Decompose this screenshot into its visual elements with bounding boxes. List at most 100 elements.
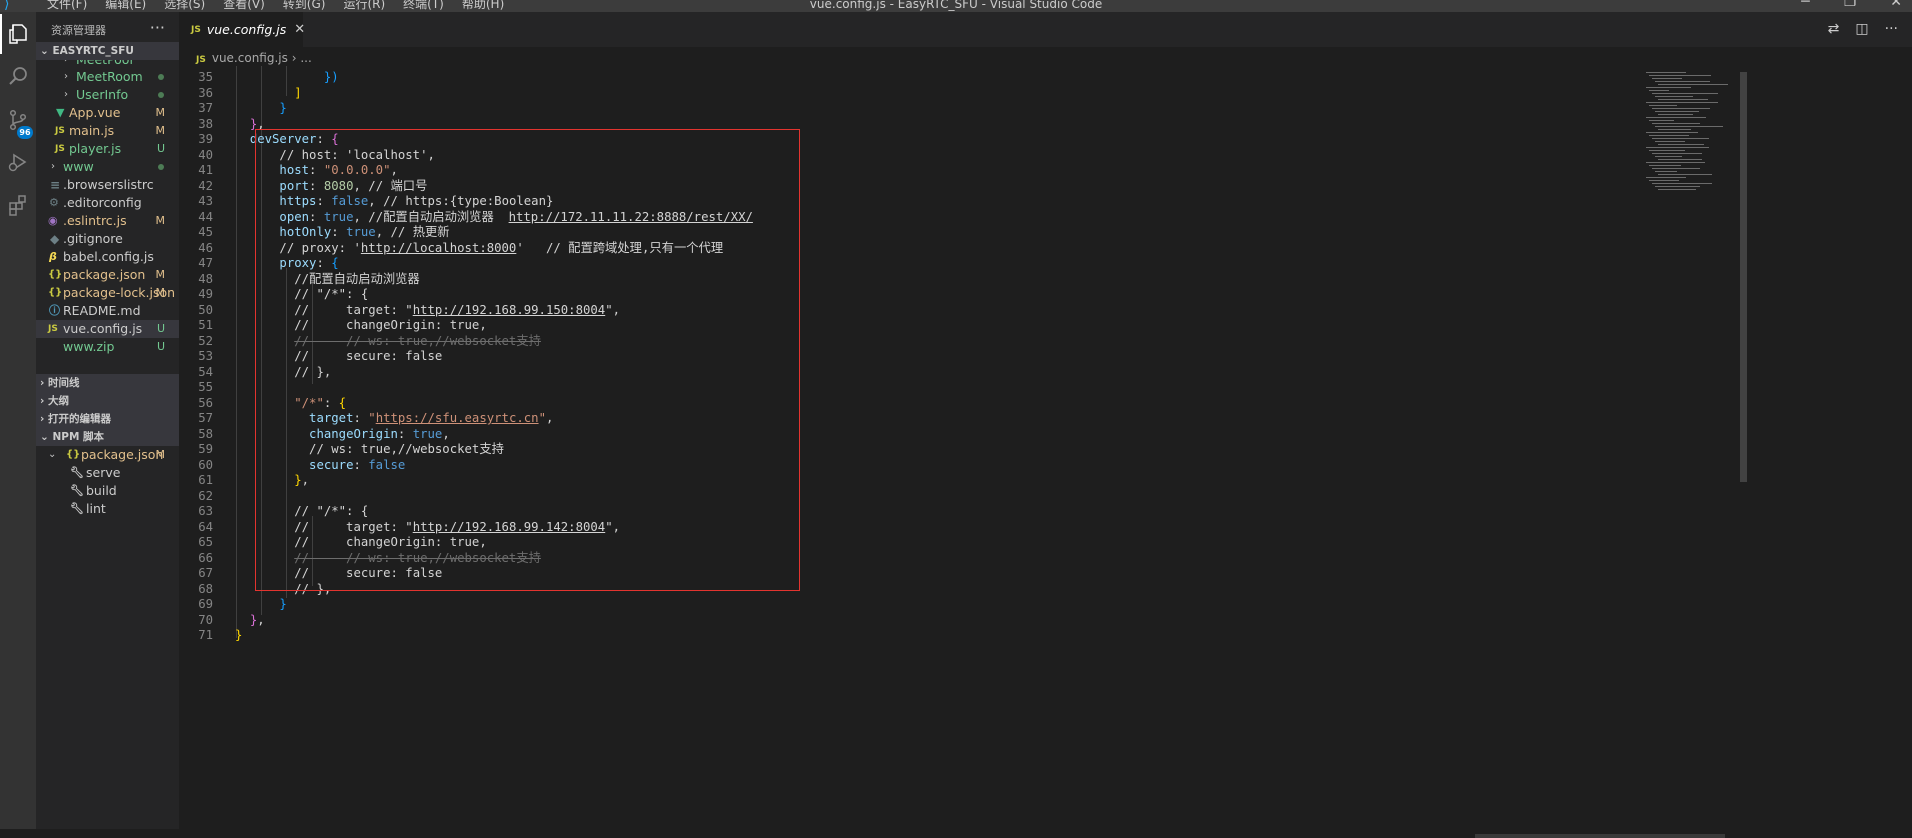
code-comment: // "/*": {	[294, 504, 369, 518]
code-link[interactable]: http://192.168.99.142:8004	[413, 520, 606, 534]
line-number: 56	[198, 396, 213, 410]
line-number: 39	[198, 132, 213, 146]
extensions-icon[interactable]	[0, 185, 36, 225]
chevron-right-icon: ›	[64, 71, 68, 82]
tree-item-package-json[interactable]: {} package.json M	[36, 266, 179, 284]
explorer-icon[interactable]	[0, 14, 36, 54]
chevron-right-icon: ›	[40, 395, 48, 407]
more-actions-icon[interactable]: ···	[150, 18, 165, 37]
code-link[interactable]: http://172.11.11.22:8888/rest/XX/	[509, 210, 753, 224]
tree-item-www[interactable]: › www	[36, 158, 179, 176]
code-comment: // secure: false	[294, 349, 443, 363]
code-link[interactable]: http://192.168.99.150:8004	[413, 303, 606, 317]
code-key: open	[279, 210, 310, 224]
tree-item-userinfo[interactable]: › UserInfo	[36, 86, 179, 104]
tab-label: vue.config.js	[206, 22, 287, 37]
code-comment: // proxy: '	[279, 241, 361, 255]
code-keyword: true	[323, 210, 354, 224]
code-key: target	[309, 411, 354, 425]
tree-item-app-vue[interactable]: ▼ App.vue M	[36, 104, 179, 122]
minimap-line	[1652, 123, 1700, 124]
section-title: NPM 脚本	[52, 431, 105, 443]
line-number: 64	[198, 520, 213, 534]
tree-item-browserslistrc[interactable]: ≡ .browserslistrc	[36, 176, 179, 194]
npm-script-serve[interactable]: 🔧︎ serve	[36, 464, 179, 482]
git-file-icon: ◆	[50, 232, 60, 246]
tree-item-editorconfig[interactable]: ⚙ .editorconfig	[36, 194, 179, 212]
line-number: 63	[198, 504, 213, 518]
tree-item-label: player.js	[69, 141, 122, 156]
tree-item-eslintrc[interactable]: ◉ .eslintrc.js M	[36, 212, 179, 230]
minimap-line	[1655, 126, 1723, 127]
vertical-scrollbar[interactable]	[1740, 72, 1747, 482]
npm-script-lint[interactable]: 🔧︎ lint	[36, 500, 179, 518]
code-editor[interactable]: 35 }) 36 ] 37 } 38 }, 39 devServer: { 40…	[179, 58, 1459, 818]
code-comment: // secure: false	[294, 566, 443, 580]
line-number: 68	[198, 582, 213, 596]
npm-package-json[interactable]: ⌄ {} package.json M	[36, 446, 179, 464]
code-comment: ",	[605, 520, 621, 534]
code-key: https	[279, 194, 317, 208]
code-keyword: false	[331, 194, 369, 208]
code-comment: // ws: true,//websocket支持	[309, 442, 504, 456]
minimize-icon[interactable]: ─	[1801, 0, 1809, 10]
minimap-line	[1655, 171, 1677, 172]
horizontal-scrollbar[interactable]	[1475, 834, 1725, 838]
code-key: hotOnly	[279, 225, 332, 239]
outline-section-header[interactable]: › 大纲	[36, 392, 179, 410]
tree-item-label: serve	[86, 465, 121, 480]
npm-script-build[interactable]: 🔧︎ build	[36, 482, 179, 500]
code-comment-deprecated: // // ws: true,//websocket支持	[294, 334, 541, 348]
tab-vue-config[interactable]: JS vue.config.js ✕	[179, 12, 305, 47]
restore-icon[interactable]: ❐	[1844, 0, 1857, 10]
close-window-icon[interactable]: ✕	[1890, 0, 1902, 10]
tree-item-meetpool[interactable]: › MeetPool	[36, 60, 179, 68]
open-editors-section-header[interactable]: › 打开的编辑器	[36, 410, 179, 428]
source-control-icon[interactable]: 96	[0, 100, 36, 140]
close-icon[interactable]: ✕	[294, 22, 305, 37]
scm-badge: 96	[17, 126, 33, 139]
tree-item-vue-config[interactable]: JS vue.config.js U	[36, 320, 179, 338]
code-link[interactable]: http://localhost:8000	[361, 241, 516, 255]
editor-actions: ⇄ ◫ ···	[1828, 21, 1898, 37]
minimap-line	[1646, 177, 1686, 178]
tree-item-label: README.md	[63, 303, 141, 318]
line-number: 70	[198, 613, 213, 627]
code-comment: // },	[294, 365, 332, 379]
more-actions-icon[interactable]: ···	[1885, 21, 1898, 37]
tree-item-readme[interactable]: ⓘ README.md	[36, 302, 179, 320]
tree-item-player-js[interactable]: JS player.js U	[36, 140, 179, 158]
tree-item-main-js[interactable]: JS main.js M	[36, 122, 179, 140]
minimap-line	[1658, 114, 1693, 115]
code-comment: //配置自动启动浏览器	[368, 210, 494, 224]
open-changes-icon[interactable]: ⇄	[1828, 21, 1840, 37]
git-status-badge: U	[156, 142, 165, 155]
timeline-section-header[interactable]: › 时间线	[36, 374, 179, 392]
chevron-right-icon: ›	[40, 413, 48, 425]
tree-item-package-lock[interactable]: {} package-lock.json M	[36, 284, 179, 302]
minimap-line	[1652, 153, 1702, 154]
search-icon[interactable]	[0, 56, 36, 96]
minimap[interactable]	[1646, 72, 1736, 192]
chevron-right-icon: ›	[64, 89, 68, 100]
line-number: 42	[198, 179, 213, 193]
tree-item-babel-config[interactable]: β babel.config.js	[36, 248, 179, 266]
tree-item-meetroom[interactable]: › MeetRoom	[36, 68, 179, 86]
minimap-line	[1646, 147, 1709, 148]
js-file-icon: JS	[55, 144, 65, 154]
vue-file-icon: ▼	[56, 106, 65, 119]
tree-item-gitignore[interactable]: ◆ .gitignore	[36, 230, 179, 248]
line-number: 61	[198, 473, 213, 487]
npm-scripts-section-header[interactable]: ⌄ NPM 脚本	[36, 428, 179, 446]
code-link[interactable]: https://sfu.easyrtc.cn	[376, 411, 539, 425]
minimap-line	[1649, 180, 1679, 181]
git-status-badge: M	[155, 448, 166, 461]
line-number: 55	[198, 380, 213, 394]
tree-item-label: UserInfo	[76, 87, 129, 102]
split-editor-icon[interactable]: ◫	[1855, 21, 1868, 37]
tree-item-label: .gitignore	[63, 231, 123, 246]
tree-item-www-zip[interactable]: www.zip U	[36, 338, 179, 356]
code-comment: // 端口号	[368, 179, 428, 193]
modified-dot-icon	[158, 74, 164, 80]
run-debug-icon[interactable]	[0, 142, 36, 182]
